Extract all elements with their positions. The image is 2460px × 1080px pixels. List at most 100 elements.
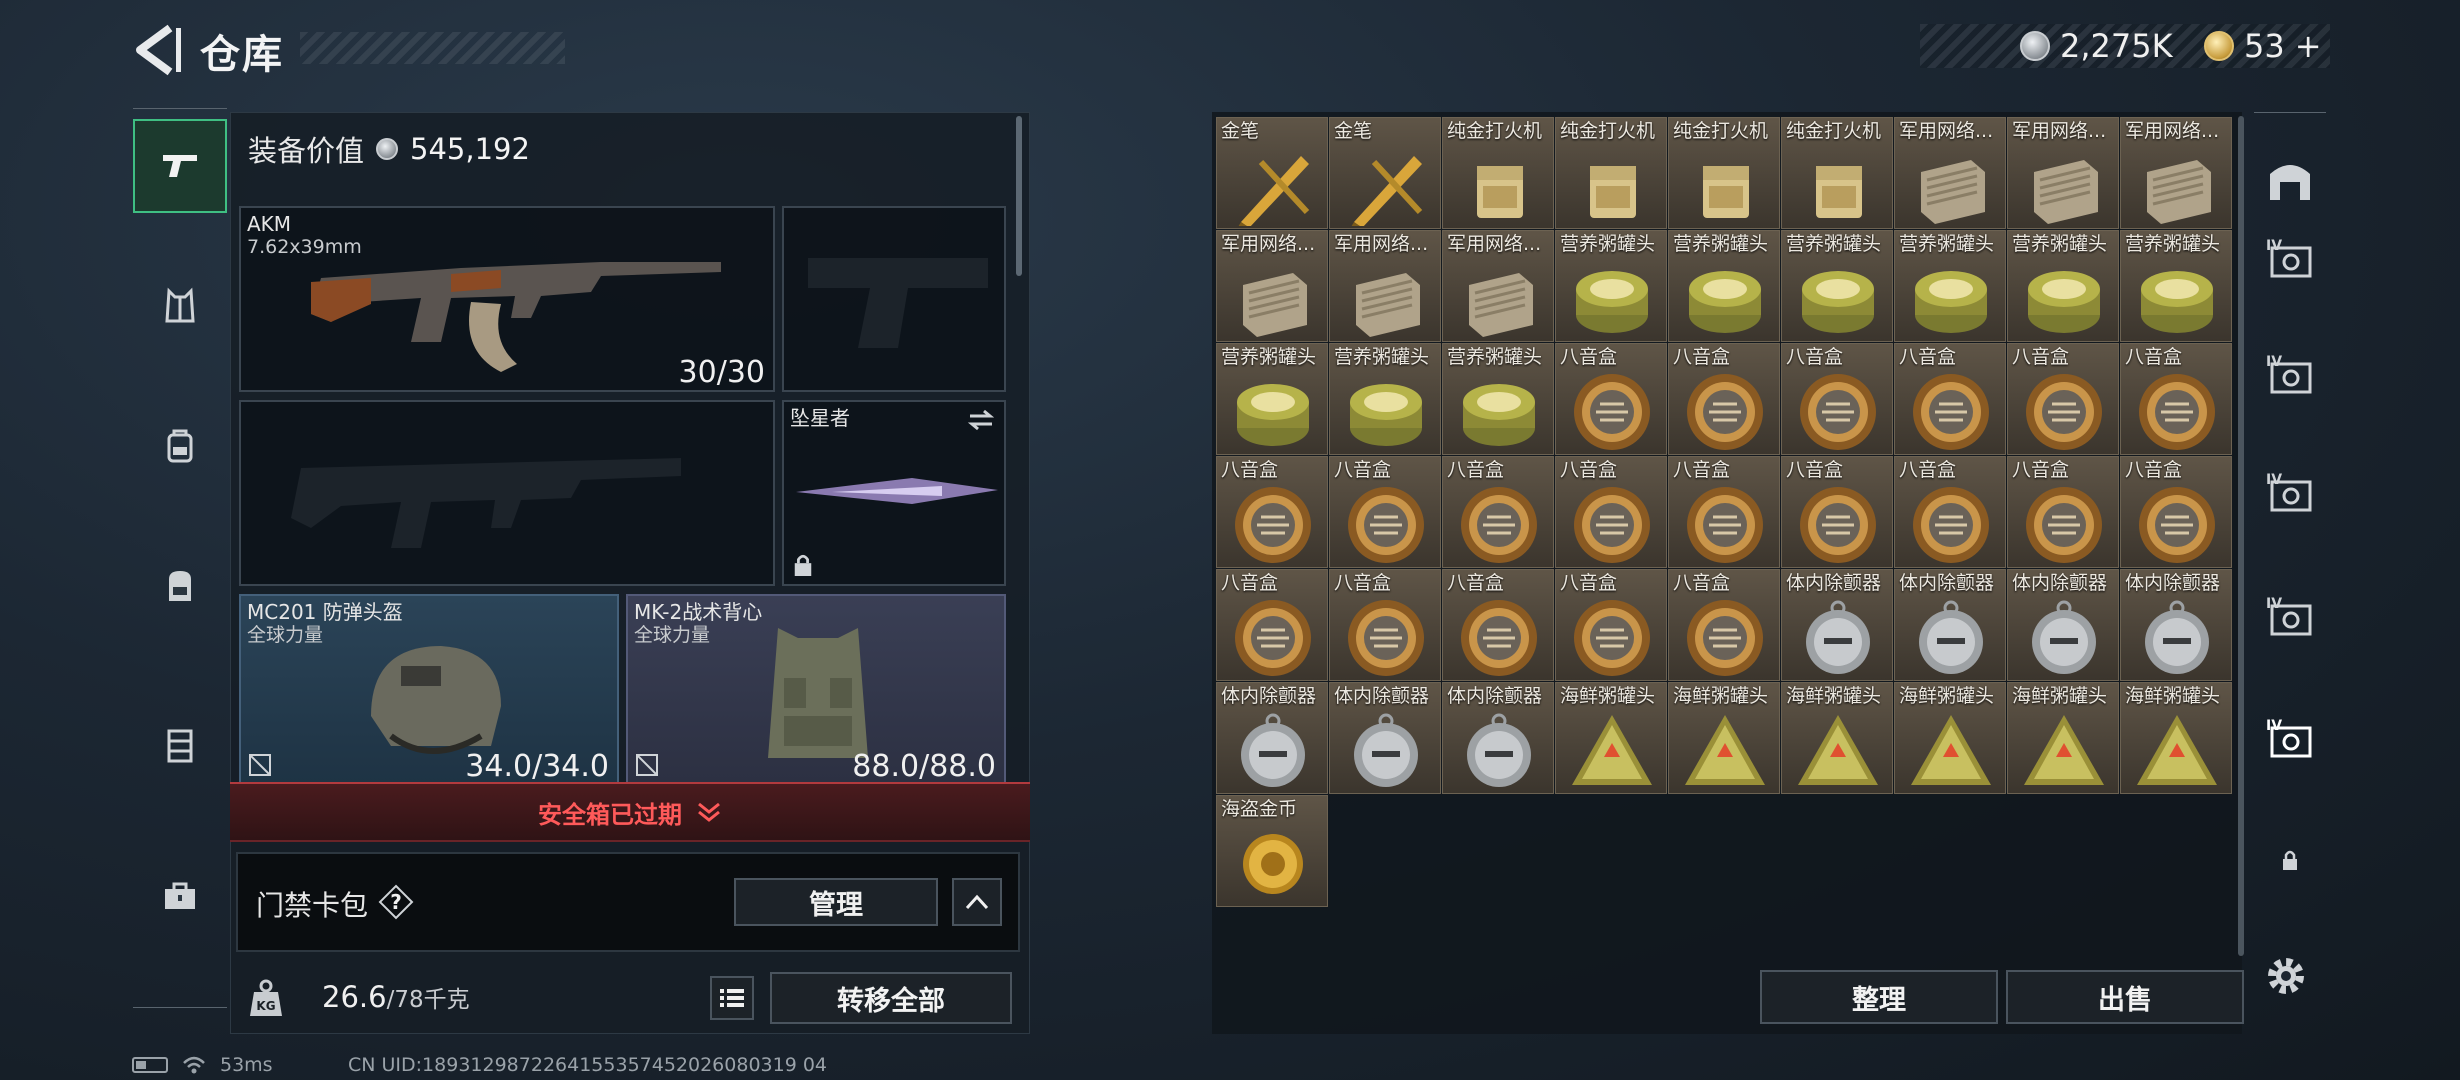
nav-vest[interactable]: [133, 259, 227, 353]
list-view-button[interactable]: [710, 976, 754, 1020]
storage-item-cell[interactable]: 海鲜粥罐头: [2120, 682, 2232, 794]
silver-currency-value: 2,275K: [2060, 27, 2173, 65]
storage-item-cell[interactable]: 军用网络...: [1442, 230, 1554, 342]
sort-button[interactable]: 整理: [1760, 970, 1998, 1024]
primary-weapon-slot[interactable]: AKM 7.62x39mm 30/30: [239, 206, 775, 392]
storage-item-cell[interactable]: 纯金打火机: [1442, 117, 1554, 229]
storage-item-cell[interactable]: 八音盒: [1216, 456, 1328, 568]
storage-item-cell[interactable]: 八音盒: [2007, 343, 2119, 455]
transfer-all-button[interactable]: 转移全部: [770, 972, 1012, 1024]
storage-item-name: 八音盒: [1786, 346, 1844, 368]
sell-button[interactable]: 出售: [2006, 970, 2244, 1024]
storage-item-cell[interactable]: 纯金打火机: [1555, 117, 1667, 229]
storage-item-cell[interactable]: 军用网络...: [1329, 230, 1441, 342]
storage-item-cell[interactable]: 体内除颤器: [2120, 569, 2232, 681]
tin-can-icon: [1915, 271, 1987, 333]
storage-item-cell[interactable]: 八音盒: [1555, 343, 1667, 455]
storage-item-cell[interactable]: 八音盒: [2120, 456, 2232, 568]
storage-page-locked[interactable]: [2254, 824, 2326, 896]
storage-item-cell[interactable]: 纯金打火机: [1668, 117, 1780, 229]
storage-item-cell[interactable]: 海鲜粥罐头: [1668, 682, 1780, 794]
secondary-weapon-slot[interactable]: [239, 400, 775, 586]
storage-item-cell[interactable]: 八音盒: [2007, 456, 2119, 568]
storage-item-cell[interactable]: 八音盒: [1894, 456, 2006, 568]
nav-weapons[interactable]: [133, 119, 227, 213]
storage-item-cell[interactable]: 海鲜粥罐头: [1781, 682, 1893, 794]
storage-item-cell[interactable]: 八音盒: [1668, 343, 1780, 455]
storage-item-cell[interactable]: 八音盒: [1329, 569, 1441, 681]
storage-item-cell[interactable]: 军用网络...: [1894, 117, 2006, 229]
swap-icon[interactable]: [966, 408, 996, 432]
tin-can-icon: [1350, 384, 1422, 446]
storage-item-name: 八音盒: [1447, 459, 1505, 481]
help-icon[interactable]: ?: [378, 884, 414, 920]
storage-item-cell[interactable]: 金笔: [1329, 117, 1441, 229]
safe-box-expired-bar[interactable]: 安全箱已过期: [230, 782, 1030, 842]
storage-item-cell[interactable]: 八音盒: [1555, 569, 1667, 681]
storage-item-cell[interactable]: 纯金打火机: [1781, 117, 1893, 229]
storage-item-cell[interactable]: 营养粥罐头: [2007, 230, 2119, 342]
storage-page-home[interactable]: [2254, 144, 2326, 216]
storage-item-cell[interactable]: 八音盒: [1216, 569, 1328, 681]
storage-item-cell[interactable]: 营养粥罐头: [1216, 343, 1328, 455]
lock-icon: [794, 554, 812, 576]
storage-item-cell[interactable]: 体内除颤器: [1216, 682, 1328, 794]
storage-item-cell[interactable]: 海鲜粥罐头: [1894, 682, 2006, 794]
storage-item-cell[interactable]: 营养粥罐头: [1781, 230, 1893, 342]
nav-case[interactable]: [133, 849, 227, 943]
storage-item-cell[interactable]: 八音盒: [1329, 456, 1441, 568]
storage-item-cell[interactable]: 军用网络...: [2120, 117, 2232, 229]
vest-slot[interactable]: MK-2战术背心 全球力量 88.0/88.0: [626, 594, 1006, 786]
storage-item-cell[interactable]: 体内除颤器: [2007, 569, 2119, 681]
collapse-button[interactable]: [952, 878, 1002, 926]
storage-item-cell[interactable]: 营养粥罐头: [1442, 343, 1554, 455]
storage-item-cell[interactable]: 八音盒: [1555, 456, 1667, 568]
storage-item-cell[interactable]: 营养粥罐头: [1894, 230, 2006, 342]
storage-page-2[interactable]: IV: [2254, 338, 2326, 410]
storage-item-cell[interactable]: 八音盒: [1781, 343, 1893, 455]
storage-item-cell[interactable]: 体内除颤器: [1329, 682, 1441, 794]
manage-button[interactable]: 管理: [734, 878, 938, 926]
settings-gear-icon[interactable]: [2262, 952, 2310, 1000]
back-button[interactable]: [130, 22, 182, 78]
storage-page-3[interactable]: IV: [2254, 456, 2326, 528]
storage-item-cell[interactable]: 八音盒: [1894, 343, 2006, 455]
equipment-value-label: 装备价值: [248, 134, 365, 168]
storage-item-cell[interactable]: 营养粥罐头: [1329, 343, 1441, 455]
nav-backpack[interactable]: [133, 539, 227, 633]
storage-item-cell[interactable]: 营养粥罐头: [1668, 230, 1780, 342]
storage-scrollbar[interactable]: [2238, 116, 2244, 956]
music-box-icon: [1913, 487, 1989, 563]
status-bar: 53ms: [132, 1054, 273, 1076]
storage-item-cell[interactable]: 体内除颤器: [1442, 682, 1554, 794]
storage-item-cell[interactable]: 金笔: [1216, 117, 1328, 229]
storage-item-cell[interactable]: 体内除颤器: [1781, 569, 1893, 681]
storage-item-cell[interactable]: 八音盒: [1668, 456, 1780, 568]
storage-item-cell[interactable]: 八音盒: [1442, 456, 1554, 568]
storage-page-1[interactable]: IV: [2254, 222, 2326, 294]
storage-item-name: 营养粥罐头: [1334, 346, 1430, 368]
add-gold-button[interactable]: +: [2295, 27, 2322, 65]
sidearm-slot[interactable]: [782, 206, 1006, 392]
storage-item-cell[interactable]: 八音盒: [2120, 343, 2232, 455]
storage-item-cell[interactable]: 八音盒: [1781, 456, 1893, 568]
storage-item-cell[interactable]: 海鲜粥罐头: [1555, 682, 1667, 794]
gold-coin-icon: [2204, 31, 2234, 61]
storage-page-5-active[interactable]: IV: [2254, 702, 2326, 774]
equipment-scrollbar[interactable]: [1016, 116, 1022, 276]
storage-item-cell[interactable]: 营养粥罐头: [1555, 230, 1667, 342]
storage-item-cell[interactable]: 八音盒: [1668, 569, 1780, 681]
storage-item-cell[interactable]: 军用网络...: [2007, 117, 2119, 229]
storage-item-cell[interactable]: 体内除颤器: [1894, 569, 2006, 681]
back-arrow-icon: [136, 24, 181, 76]
storage-item-cell[interactable]: 海鲜粥罐头: [2007, 682, 2119, 794]
storage-page-4[interactable]: IV: [2254, 580, 2326, 652]
storage-item-cell[interactable]: 海盗金币: [1216, 795, 1328, 907]
nav-container[interactable]: [133, 699, 227, 793]
storage-item-cell[interactable]: 营养粥罐头: [2120, 230, 2232, 342]
nav-bag[interactable]: [133, 399, 227, 493]
melee-slot[interactable]: 坠星者: [782, 400, 1006, 586]
storage-item-cell[interactable]: 军用网络...: [1216, 230, 1328, 342]
storage-item-cell[interactable]: 八音盒: [1442, 569, 1554, 681]
helmet-slot[interactable]: MC201 防弹头盔 全球力量 34.0/34.0: [239, 594, 619, 786]
